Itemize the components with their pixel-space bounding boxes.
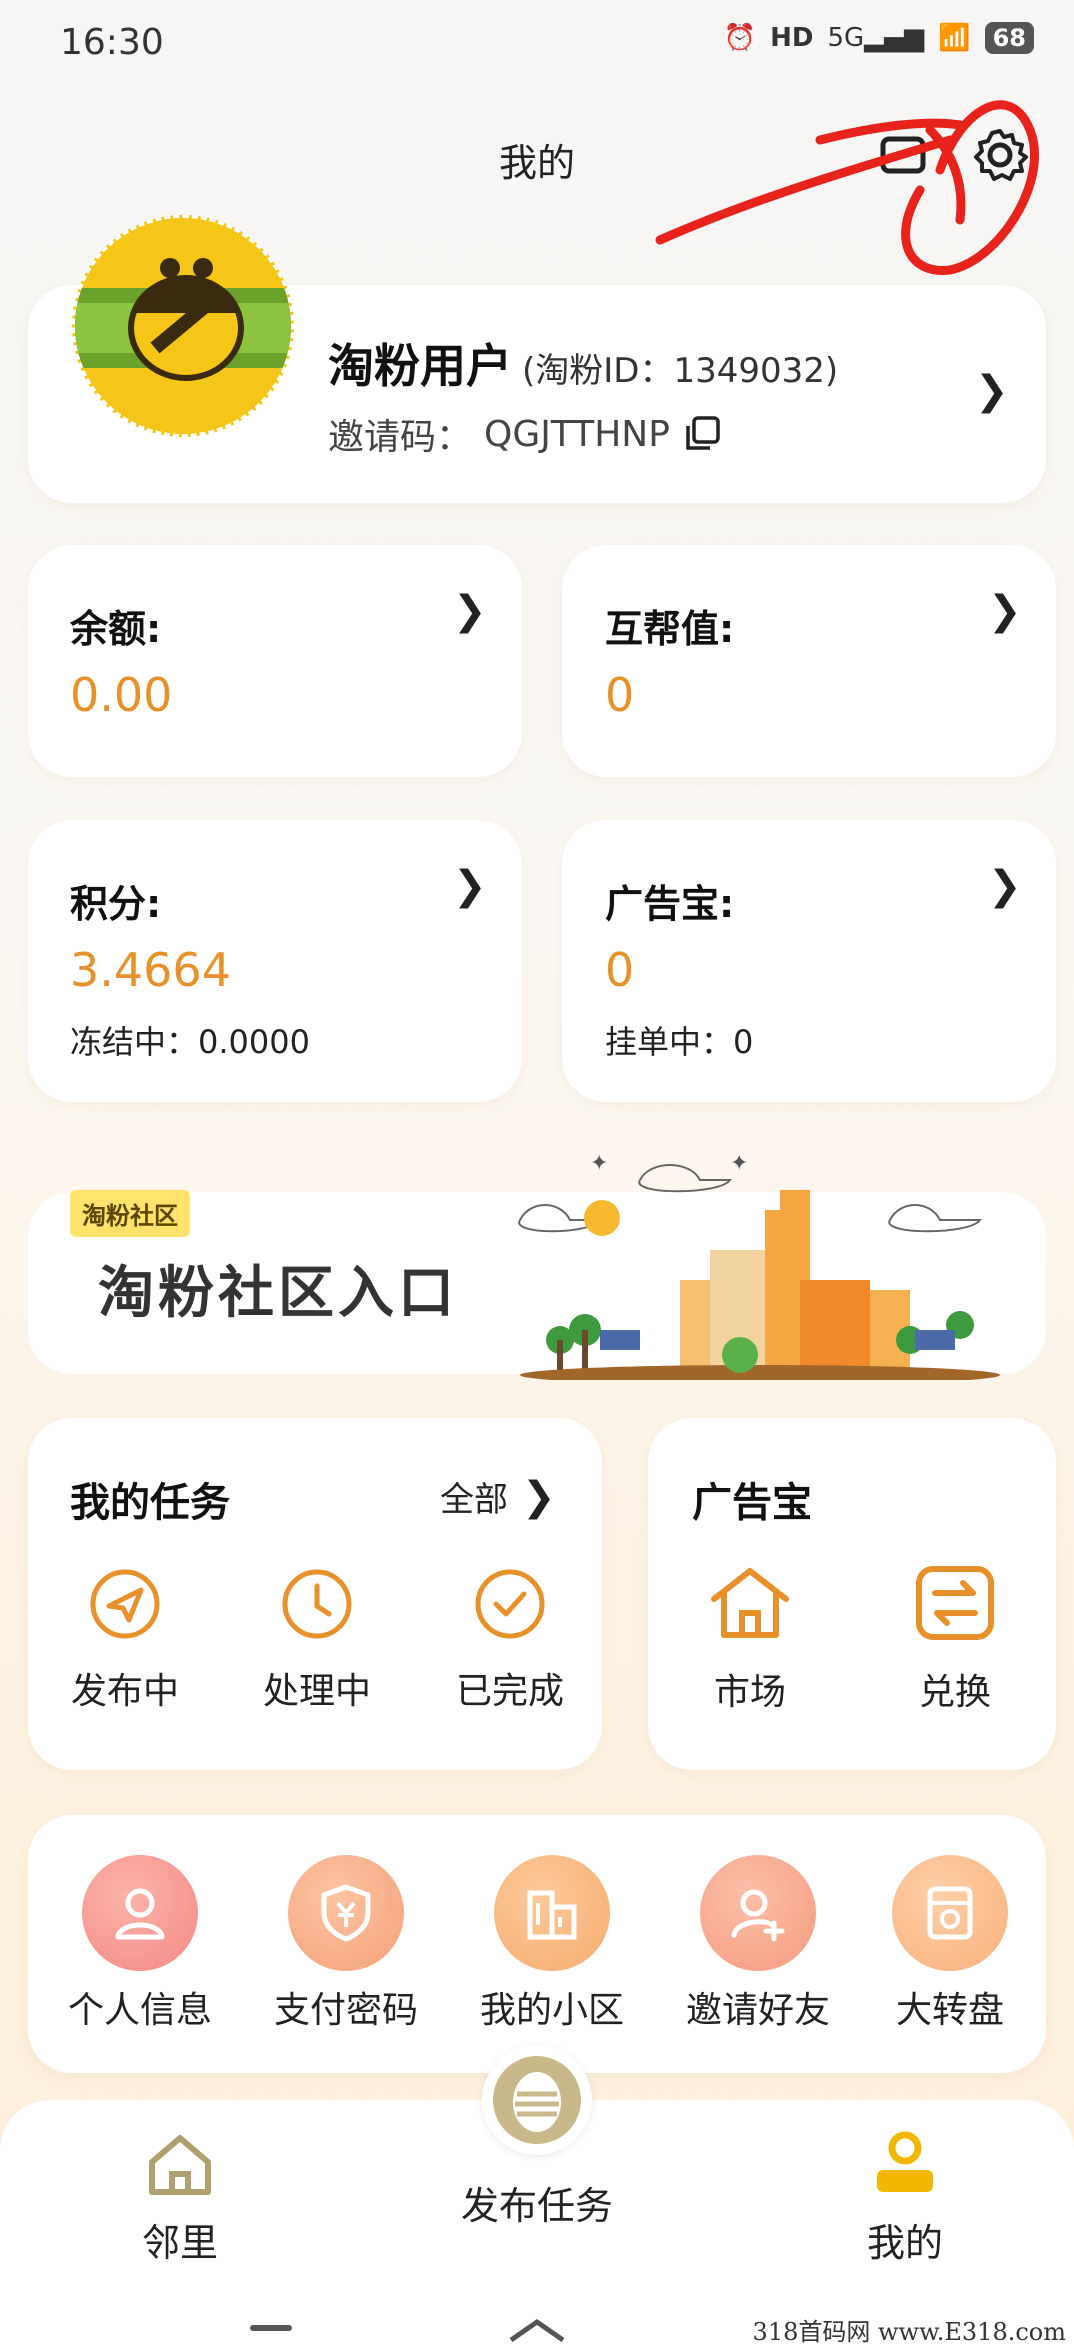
status-icons: ⏰ HD 5G▂▄▆ 📶 68 — [724, 22, 1034, 54]
username-text: 淘粉用户 — [328, 339, 512, 393]
tool-my-community[interactable]: 我的小区 — [472, 1855, 632, 2033]
tool-lucky-wheel[interactable]: 大转盘 — [870, 1855, 1030, 2033]
tool-my-community-label: 我的小区 — [479, 1990, 624, 2031]
exchange-icon — [916, 1566, 994, 1640]
shield-yen-icon — [288, 1855, 404, 1971]
red-annotation-mark — [655, 100, 1039, 275]
tool-pay-password-label: 支付密码 — [273, 1990, 418, 2031]
nav-publish-task-label: 发布任务 — [460, 2184, 613, 2228]
house-icon — [149, 2135, 211, 2195]
ads-chevron-icon[interactable]: ❯ — [988, 863, 1022, 909]
tasks-title: 我的任务 — [70, 1480, 230, 1526]
tool-invite-friends-label: 邀请好友 — [685, 1990, 830, 2031]
tasks-all-chevron-icon: ❯ — [522, 1473, 556, 1520]
balance-title: 余额: — [70, 607, 162, 651]
tool-invite-friends[interactable]: 邀请好友 — [678, 1855, 838, 2033]
task-publishing[interactable]: 发布中 — [60, 1568, 190, 1714]
banner-title: 淘粉社区入口 — [98, 1261, 458, 1326]
help-title: 互帮值: — [605, 607, 735, 651]
adbao-title: 广告宝 — [692, 1480, 812, 1526]
profile-chevron-icon[interactable]: ❯ — [975, 368, 1009, 414]
tool-pay-password[interactable]: 支付密码 — [266, 1855, 426, 2033]
bee-logo-icon — [75, 258, 291, 381]
username: 淘粉用户 (淘粉ID：1349032) — [328, 330, 838, 396]
balance-card[interactable] — [28, 545, 522, 777]
svg-text:✦: ✦ — [730, 1151, 748, 1176]
wheel-icon — [892, 1855, 1008, 1971]
points-chevron-icon[interactable]: ❯ — [453, 863, 487, 909]
balance-chevron-icon[interactable]: ❯ — [453, 588, 487, 634]
wifi-icon: 📶 — [938, 23, 971, 53]
home-icon — [711, 1568, 789, 1638]
tasks-all-label: 全部 — [440, 1480, 508, 1520]
adbao-exchange-label: 兑换 — [918, 1672, 991, 1713]
add-user-icon — [700, 1855, 816, 1971]
tool-lucky-wheel-label: 大转盘 — [895, 1990, 1004, 2031]
adbao-market-label: 市场 — [713, 1672, 786, 1713]
alarm-icon: ⏰ — [723, 23, 757, 53]
help-chevron-icon[interactable]: ❯ — [988, 588, 1022, 634]
watermark: 318首码网 www.E318.com — [752, 2318, 1066, 2345]
system-home-icon[interactable] — [505, 2318, 569, 2342]
signal-label: 5G — [827, 23, 865, 53]
ads-title: 广告宝: — [605, 882, 735, 926]
hd-badge: HD — [770, 23, 814, 53]
battery-indicator: 68 — [984, 22, 1034, 54]
points-value: 3.4664 — [70, 943, 231, 997]
banner-tag: 淘粉社区 — [70, 1190, 190, 1237]
copy-icon[interactable] — [682, 414, 722, 454]
nav-mine-label: 我的 — [866, 2221, 943, 2265]
nav-publish-task[interactable]: 发布任务 — [447, 2045, 627, 2230]
task-processing-label: 处理中 — [262, 1671, 371, 1712]
points-title: 积分: — [70, 882, 162, 926]
check-icon — [475, 1569, 545, 1639]
profile-icon — [877, 2131, 933, 2192]
help-value: 0 — [605, 668, 635, 722]
building-icon — [494, 1855, 610, 1971]
nav-neighborhood-label: 邻里 — [141, 2221, 218, 2265]
adbao-exchange[interactable]: 兑换 — [895, 1565, 1015, 1715]
invite-label: 邀请码： — [328, 417, 473, 458]
user-icon — [82, 1855, 198, 1971]
ads-pending: 挂单中：0 — [605, 1023, 754, 1061]
task-publishing-label: 发布中 — [70, 1671, 179, 1712]
status-time: 16:30 — [60, 22, 164, 63]
signal-icon: 5G▂▄▆ — [827, 23, 925, 53]
adbao-market[interactable]: 市场 — [690, 1565, 810, 1715]
invite-code-row: 邀请码： QGJTTHNP — [328, 408, 722, 460]
task-processing[interactable]: 处理中 — [252, 1568, 382, 1714]
nav-mine[interactable]: 我的 — [835, 2130, 975, 2267]
send-icon — [90, 1569, 160, 1639]
ads-value: 0 — [605, 943, 635, 997]
task-completed-label: 已完成 — [455, 1671, 564, 1712]
tool-personal-info-label: 个人信息 — [67, 1990, 212, 2031]
clock-icon — [282, 1569, 352, 1639]
points-frozen: 冻结中：0.0000 — [70, 1023, 310, 1061]
tool-personal-info[interactable]: 个人信息 — [60, 1855, 220, 2033]
tasks-all-link[interactable]: 全部 ❯ — [440, 1472, 556, 1521]
svg-text:✦: ✦ — [590, 1151, 608, 1176]
invite-code: QGJTTHNP — [484, 413, 670, 455]
city-illustration: ✦ ✦ — [518, 1151, 1000, 1380]
balance-value: 0.00 — [70, 668, 173, 722]
system-menu-handle[interactable] — [250, 2325, 292, 2331]
task-completed[interactable]: 已完成 — [445, 1568, 575, 1714]
avatar[interactable] — [72, 215, 294, 437]
publish-icon — [482, 2045, 592, 2155]
nav-neighborhood[interactable]: 邻里 — [110, 2130, 250, 2267]
help-card[interactable] — [562, 545, 1056, 777]
user-id: (淘粉ID：1349032) — [522, 351, 839, 391]
